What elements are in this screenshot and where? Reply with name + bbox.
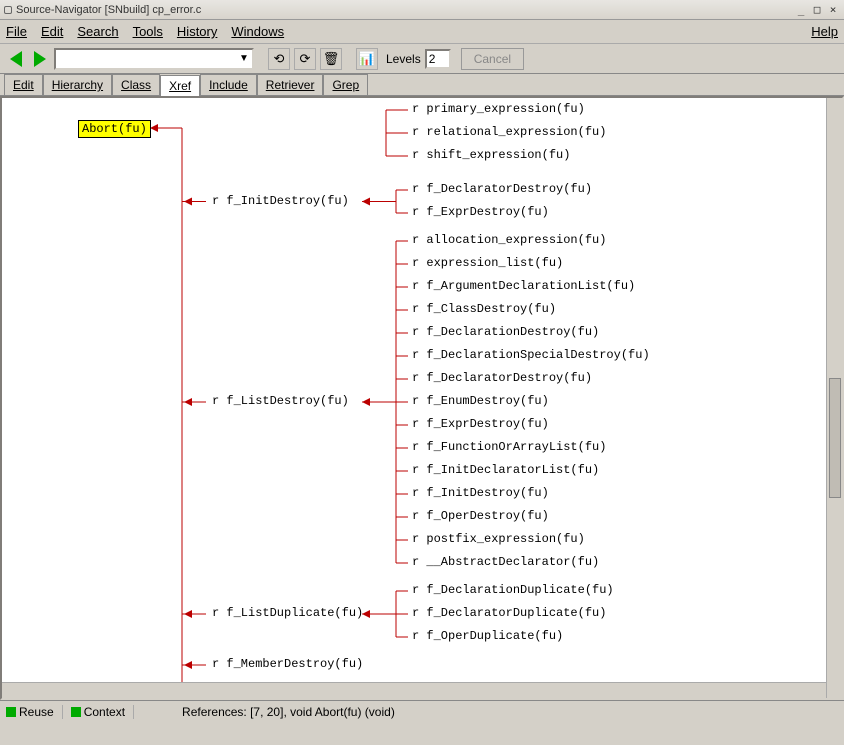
xref-node[interactable]: r f_DeclaratorDuplicate(fu) [412,606,606,620]
xref-node[interactable]: r f_ClassDestroy(fu) [412,302,556,316]
tab-grep[interactable]: Grep [323,74,368,95]
status-info: References: [7, 20], void Abort(fu) (voi… [182,705,395,719]
tab-retriever[interactable]: Retriever [257,74,324,95]
symbol-combo[interactable]: ▼ [54,48,254,70]
context-indicator-icon [71,707,81,717]
xref-node[interactable]: r f_MemberDestroy(fu) [212,657,363,671]
maximize-button[interactable]: □ [810,3,824,16]
xref-node[interactable]: r __AbstractDeclarator(fu) [412,555,599,569]
titlebar: Source-Navigator [SNbuild] cp_error.c _ … [0,0,844,20]
xref-node[interactable]: r f_InitDeclaratorList(fu) [412,463,599,477]
xref-canvas: Abort(fu) r primary_expression(fu)r relat… [0,96,844,700]
window-title: Source-Navigator [SNbuild] cp_error.c [16,4,794,16]
vertical-scrollbar[interactable] [826,98,842,698]
xref-node[interactable]: Abort(fu) [78,120,151,138]
menu-file[interactable]: File [6,24,27,39]
xref-node[interactable]: r f_DeclaratorDestroy(fu) [412,371,592,385]
cancel-button[interactable]: Cancel [461,48,524,70]
status-reuse[interactable]: Reuse [6,705,63,719]
xref-node[interactable]: r f_FunctionOrArrayList(fu) [412,440,606,454]
menubar: File Edit Search Tools History Windows H… [0,20,844,44]
menu-windows[interactable]: Windows [231,24,284,39]
chart-icon[interactable]: 📊 [356,48,378,70]
close-button[interactable]: × [826,3,840,16]
tab-xref[interactable]: Xref [160,75,200,96]
xref-node[interactable]: r f_DeclarationDestroy(fu) [412,325,599,339]
xref-node[interactable]: r f_ListDuplicate(fu) [212,606,363,620]
delete-icon[interactable]: 🗑 [320,48,342,70]
symbol-input[interactable] [56,52,236,66]
levels-label: Levels [386,52,421,66]
arrow-left-icon [10,51,22,67]
levels-input[interactable] [425,49,451,69]
xref-node[interactable]: r f_DeclarationSpecialDestroy(fu) [412,348,650,362]
menu-help[interactable]: Help [811,24,838,39]
tab-edit[interactable]: Edit [4,74,43,95]
reuse-indicator-icon [6,707,16,717]
tab-include[interactable]: Include [200,74,257,95]
xref-node[interactable]: r relational_expression(fu) [412,125,606,139]
xref-node[interactable]: r f_ArgumentDeclarationList(fu) [412,279,635,293]
back-button[interactable] [6,48,26,70]
xref-node[interactable]: r allocation_expression(fu) [412,233,606,247]
xref-node[interactable]: r f_OperDuplicate(fu) [412,629,563,643]
status-context[interactable]: Context [71,705,134,719]
refresh-icon[interactable]: ⟲ [268,48,290,70]
combo-dropdown-icon[interactable]: ▼ [236,53,252,64]
horizontal-scrollbar[interactable] [2,682,826,698]
xref-node[interactable]: r f_InitDestroy(fu) [412,486,549,500]
xref-node[interactable]: r f_OperDestroy(fu) [412,509,549,523]
menu-edit[interactable]: Edit [41,24,63,39]
minimize-button[interactable]: _ [794,3,808,16]
xref-node[interactable]: r expression_list(fu) [412,256,563,270]
xref-node[interactable]: r postfix_expression(fu) [412,532,585,546]
xref-node[interactable]: r f_InitDestroy(fu) [212,194,349,208]
menu-history[interactable]: History [177,24,217,39]
xref-node[interactable]: r f_EnumDestroy(fu) [412,394,549,408]
menu-tools[interactable]: Tools [133,24,163,39]
toolbar: ▼ ⟲ ⟳ 🗑 📊 Levels Cancel [0,44,844,74]
xref-node[interactable]: r f_ExprDestroy(fu) [412,417,549,431]
xref-node[interactable]: r primary_expression(fu) [412,102,585,116]
expand-icon[interactable]: ⟳ [294,48,316,70]
xref-node[interactable]: r shift_expression(fu) [412,148,570,162]
system-menu-icon[interactable] [4,6,12,14]
scrollbar-thumb[interactable] [829,378,841,498]
xref-node[interactable]: r f_ListDestroy(fu) [212,394,349,408]
tab-hierarchy[interactable]: Hierarchy [43,74,112,95]
tabbar: Edit Hierarchy Class Xref Include Retrie… [0,74,844,96]
xref-node[interactable]: r f_ExprDestroy(fu) [412,205,549,219]
forward-button[interactable] [30,48,50,70]
window-controls: _ □ × [794,3,840,16]
tab-class[interactable]: Class [112,74,160,95]
xref-node[interactable]: r f_DeclaratorDestroy(fu) [412,182,592,196]
xref-node[interactable]: r f_DeclarationDuplicate(fu) [412,583,614,597]
statusbar: Reuse Context References: [7, 20], void … [0,700,844,722]
menu-search[interactable]: Search [77,24,118,39]
arrow-right-icon [34,51,46,67]
